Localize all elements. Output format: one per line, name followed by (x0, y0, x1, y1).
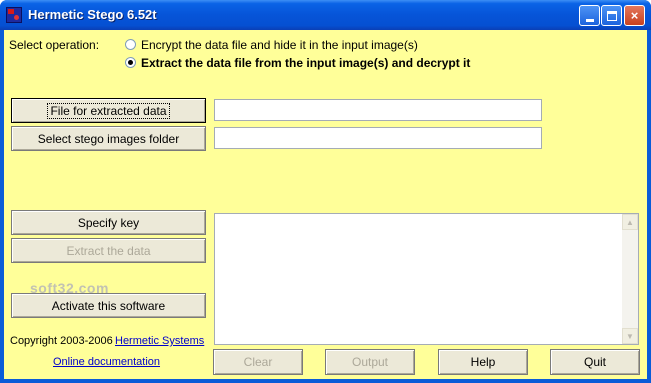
minimize-button[interactable] (579, 5, 600, 26)
quit-button[interactable]: Quit (550, 349, 640, 375)
output-label: Output (351, 355, 389, 369)
activate-software-button[interactable]: Activate this software (11, 293, 206, 318)
hermetic-systems-link[interactable]: Hermetic Systems (115, 335, 204, 347)
output-textarea[interactable]: ▲ ▼ (214, 213, 639, 345)
radio-extract[interactable] (125, 57, 136, 68)
extract-data-label: Extract the data (66, 243, 151, 258)
radio-extract-label[interactable]: Extract the data file from the input ima… (141, 56, 470, 70)
copyright-text: Copyright 2003-2006 (10, 335, 113, 347)
quit-label: Quit (583, 355, 606, 369)
app-icon[interactable] (6, 7, 22, 23)
operation-label: Select operation: (9, 38, 100, 52)
activate-software-label: Activate this software (51, 298, 166, 313)
clear-button[interactable]: Clear (213, 349, 303, 375)
app-window: Hermetic Stego 6.52t × Select operation:… (0, 0, 651, 383)
help-button[interactable]: Help (438, 349, 528, 375)
minimize-icon (585, 18, 594, 22)
file-extracted-button[interactable]: File for extracted data (11, 98, 206, 123)
scroll-up-icon[interactable]: ▲ (622, 214, 638, 230)
title-bar[interactable]: Hermetic Stego 6.52t × (0, 0, 651, 30)
maximize-button[interactable] (601, 5, 622, 26)
close-button[interactable]: × (624, 5, 645, 26)
extracted-file-field[interactable] (214, 99, 542, 121)
maximize-icon (606, 10, 617, 21)
client-area: Select operation: Encrypt the data file … (4, 30, 647, 379)
output-button[interactable]: Output (325, 349, 415, 375)
radio-encrypt[interactable] (125, 39, 136, 50)
specify-key-button[interactable]: Specify key (11, 210, 206, 235)
window-title: Hermetic Stego 6.52t (28, 7, 157, 22)
clear-label: Clear (243, 355, 273, 369)
output-scrollbar[interactable]: ▲ ▼ (622, 214, 638, 344)
extract-data-button[interactable]: Extract the data (11, 238, 206, 263)
stego-folder-field[interactable] (214, 127, 542, 149)
close-icon: × (630, 8, 639, 23)
scroll-down-icon[interactable]: ▼ (622, 328, 638, 344)
select-stego-folder-button[interactable]: Select stego images folder (11, 126, 206, 151)
file-extracted-button-label: File for extracted data (47, 102, 170, 119)
help-label: Help (470, 355, 496, 369)
specify-key-label: Specify key (77, 215, 140, 230)
select-stego-folder-label: Select stego images folder (37, 131, 180, 146)
online-documentation-link[interactable]: Online documentation (53, 356, 160, 368)
radio-encrypt-label[interactable]: Encrypt the data file and hide it in the… (141, 38, 418, 52)
watermark-logo: soft32.com (30, 280, 109, 296)
